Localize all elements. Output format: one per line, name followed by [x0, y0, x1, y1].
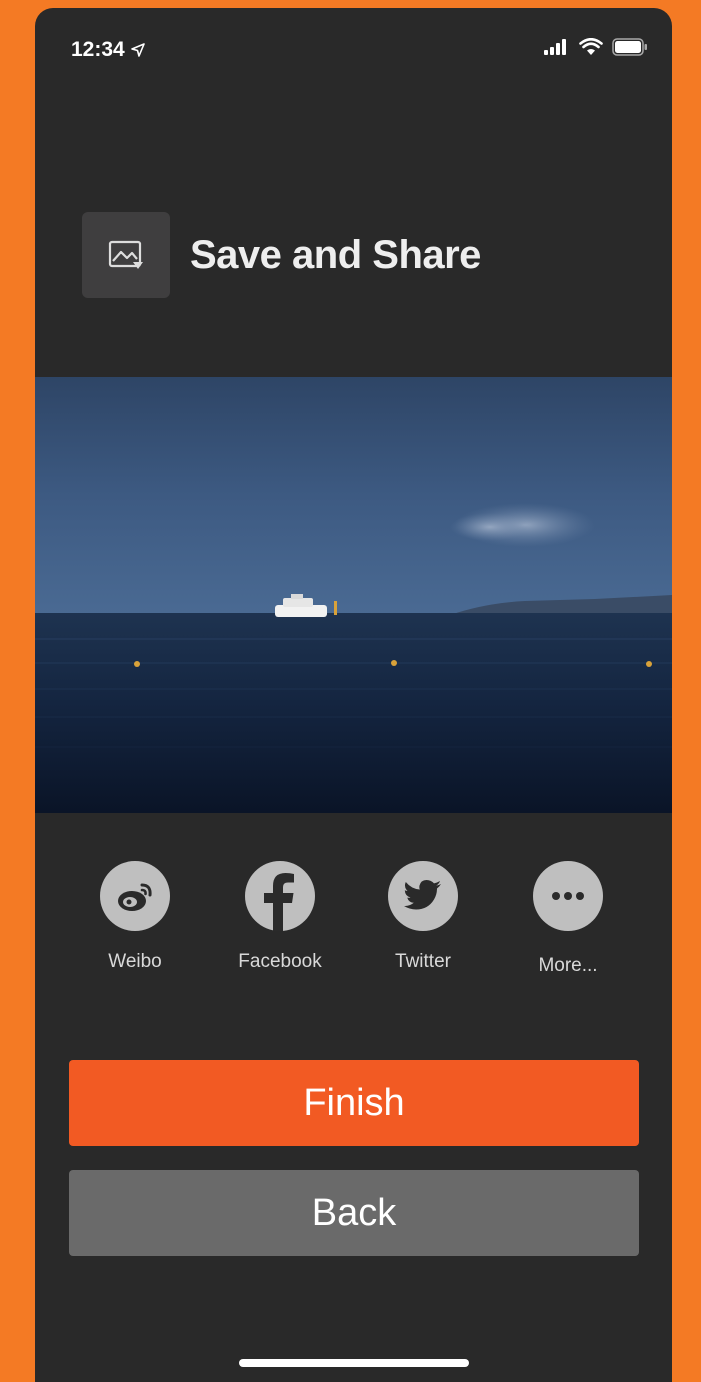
status-bar: 12:34	[35, 8, 672, 88]
status-time-text: 12:34	[71, 38, 125, 61]
page-header: Save and Share	[82, 212, 481, 298]
location-arrow-icon	[130, 43, 145, 57]
boat-on-sea-photo	[35, 377, 672, 813]
wifi-icon	[579, 38, 603, 55]
more-dots-icon	[552, 892, 584, 900]
page-title: Save and Share	[190, 232, 481, 277]
share-twitter-circle[interactable]	[388, 861, 458, 931]
header-icon-box	[82, 212, 170, 298]
share-more-circle[interactable]	[533, 861, 603, 931]
share-weibo-circle[interactable]	[100, 861, 170, 931]
share-more[interactable]: More...	[508, 861, 628, 977]
weibo-icon	[118, 883, 152, 911]
share-twitter[interactable]: Twitter	[363, 861, 483, 973]
share-label-weibo: Weibo	[108, 951, 162, 972]
share-facebook-circle[interactable]	[245, 861, 315, 931]
home-indicator[interactable]	[239, 1359, 469, 1367]
back-button[interactable]: Back	[69, 1170, 639, 1256]
image-save-icon	[108, 240, 143, 269]
share-label-twitter: Twitter	[395, 951, 451, 972]
battery-icon	[612, 38, 647, 56]
finish-button[interactable]: Finish	[69, 1060, 639, 1146]
share-label-more: More...	[538, 955, 598, 976]
status-time: 12:34	[71, 38, 145, 62]
phone-screen: 12:34 Save and Share Weibo Facebook Twit…	[35, 8, 672, 1382]
status-icons	[544, 38, 648, 56]
share-weibo[interactable]: Weibo	[75, 861, 195, 973]
cellular-signal-icon	[544, 39, 566, 55]
share-label-facebook: Facebook	[238, 951, 322, 972]
twitter-icon	[404, 880, 441, 910]
facebook-icon	[264, 873, 294, 931]
share-facebook[interactable]: Facebook	[220, 861, 340, 973]
